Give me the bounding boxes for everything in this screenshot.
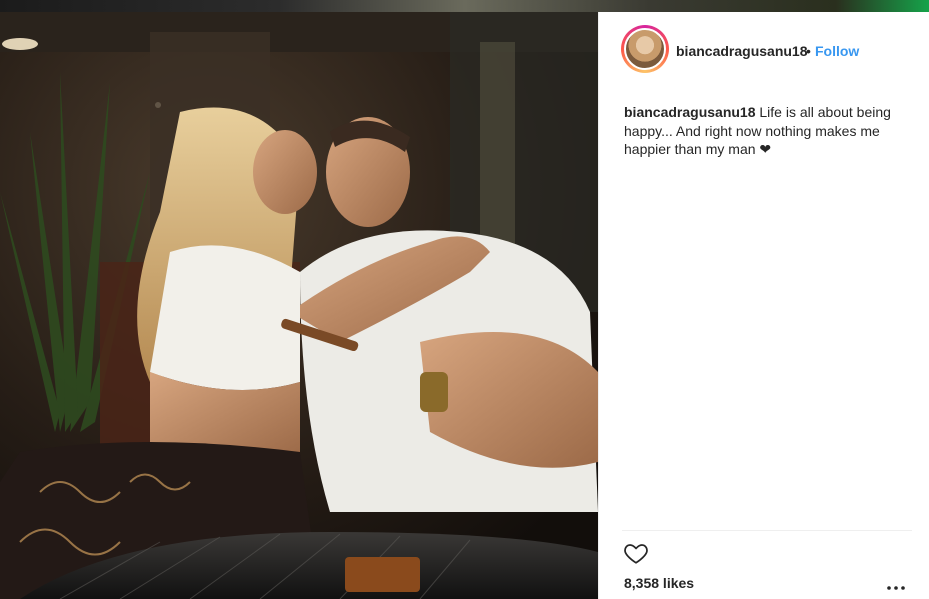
post-side-panel: biancadragusanu18 • Follow biancadragusa… bbox=[598, 12, 929, 599]
avatar[interactable] bbox=[624, 28, 666, 70]
heart-emoji: ❤ bbox=[759, 141, 772, 157]
post-photo-image bbox=[0, 12, 598, 599]
post-photo[interactable] bbox=[0, 12, 598, 599]
more-options-icon bbox=[887, 586, 905, 590]
follow-button[interactable]: Follow bbox=[815, 43, 859, 59]
like-button[interactable] bbox=[623, 540, 649, 566]
caption-username-link[interactable]: biancadragusanu18 bbox=[624, 104, 756, 120]
username-link[interactable]: biancadragusanu18 bbox=[676, 43, 808, 59]
story-ring[interactable] bbox=[621, 25, 669, 73]
divider bbox=[622, 530, 912, 531]
heart-outline-icon bbox=[624, 544, 648, 564]
post-header: biancadragusanu18 • Follow bbox=[599, 12, 929, 90]
separator-dot: • bbox=[806, 43, 811, 59]
post-caption: biancadragusanu18 Life is all about bein… bbox=[624, 103, 914, 159]
more-options-button[interactable] bbox=[886, 580, 906, 590]
background-page-strip bbox=[0, 0, 929, 12]
likes-count[interactable]: 8,358 likes bbox=[624, 575, 694, 591]
